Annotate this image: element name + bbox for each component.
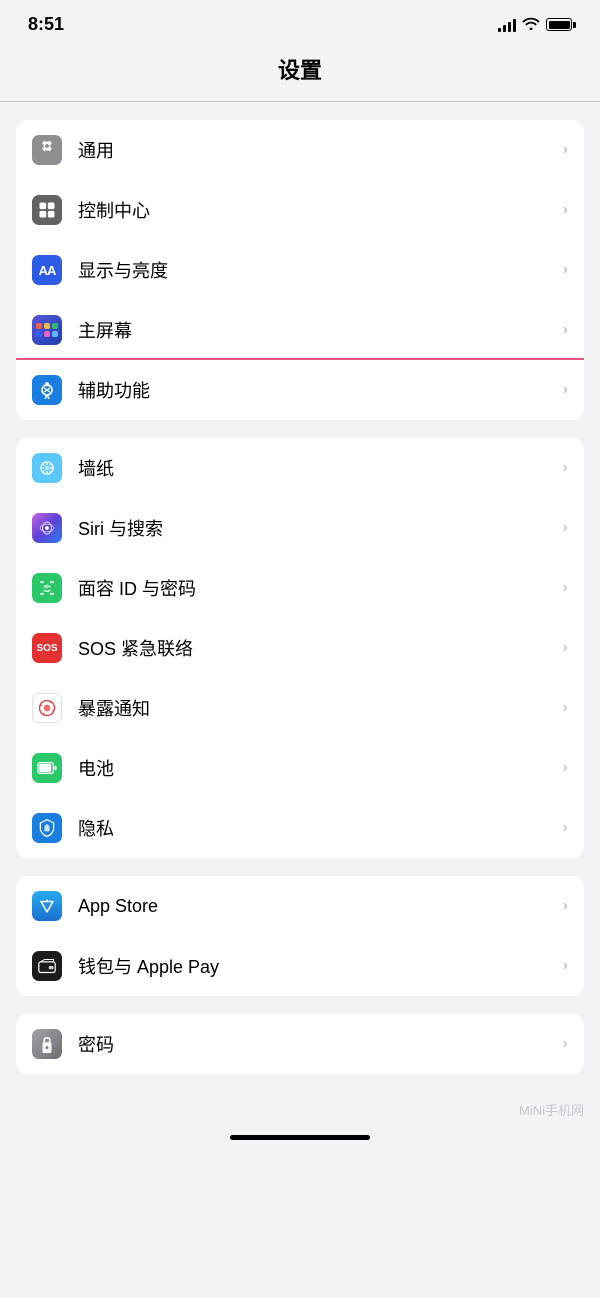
settings-row-siri[interactable]: Siri 与搜索 › [16,498,584,558]
display-icon: AA [32,255,62,285]
faceid-icon [32,573,62,603]
settings-row-accessibility[interactable]: 辅助功能 › [16,360,584,420]
control-chevron: › [563,201,568,219]
accessibility-chevron: › [563,381,568,399]
settings-row-control[interactable]: 控制中心 › [16,180,584,240]
homescreen-chevron: › [563,321,568,339]
wallpaper-icon [32,453,62,483]
settings-row-passwords[interactable]: 密码 › [16,1014,584,1074]
faceid-chevron: › [563,579,568,597]
privacy-label: 隐私 [78,815,563,841]
sos-icon: SOS [32,633,62,663]
signal-icon [498,18,516,32]
home-indicator [230,1135,370,1140]
settings-row-battery[interactable]: 电池 › [16,738,584,798]
faceid-label: 面容 ID 与密码 [78,575,563,601]
privacy-chevron: › [563,819,568,837]
exposure-icon [32,693,62,723]
settings-row-privacy[interactable]: 隐私 › [16,798,584,858]
battery-status-icon [546,18,572,31]
page-title: 设置 [0,43,600,101]
wallet-icon [32,951,62,981]
sos-chevron: › [563,639,568,657]
settings-row-wallet[interactable]: 钱包与 Apple Pay › [16,936,584,996]
status-bar: 8:51 [0,0,600,43]
wallpaper-label: 墙纸 [78,455,563,481]
battery-chevron: › [563,759,568,777]
passwords-label: 密码 [78,1031,563,1057]
homescreen-label: 主屏幕 [78,317,563,343]
settings-row-sos[interactable]: SOS SOS 紧急联络 › [16,618,584,678]
settings-row-wallpaper[interactable]: 墙纸 › [16,438,584,498]
settings-group-4: 密码 › [16,1014,584,1074]
general-chevron: › [563,141,568,159]
exposure-label: 暴露通知 [78,695,563,721]
wallet-chevron: › [563,957,568,975]
privacy-icon [32,813,62,843]
appstore-chevron: › [563,897,568,915]
siri-icon [32,513,62,543]
passwords-icon [32,1029,62,1059]
exposure-chevron: › [563,699,568,717]
status-time: 8:51 [28,14,64,35]
sos-label: SOS 紧急联络 [78,635,563,661]
settings-row-display[interactable]: AA 显示与亮度 › [16,240,584,300]
wifi-icon [522,16,540,34]
accessibility-icon [32,375,62,405]
battery-label: 电池 [78,755,563,781]
status-icons [498,16,572,34]
wallpaper-chevron: › [563,459,568,477]
settings-row-exposure[interactable]: 暴露通知 › [16,678,584,738]
settings-group-3: App Store › 钱包与 Apple Pay › [16,876,584,996]
display-chevron: › [563,261,568,279]
watermark: MiNi手机网 [0,1092,600,1127]
settings-group-1: 通用 › 控制中心 › AA 显示与亮度 › [16,120,584,420]
display-label: 显示与亮度 [78,257,563,283]
appstore-icon [32,891,62,921]
general-label: 通用 [78,137,563,163]
control-icon [32,195,62,225]
settings-row-homescreen[interactable]: 主屏幕 › [16,300,584,360]
settings-group-2: 墙纸 › Siri 与搜索 › 面 [16,438,584,858]
siri-chevron: › [563,519,568,537]
battery-icon [32,753,62,783]
settings-row-faceid[interactable]: 面容 ID 与密码 › [16,558,584,618]
homescreen-icon [32,315,62,345]
control-label: 控制中心 [78,197,563,223]
accessibility-label: 辅助功能 [78,377,563,403]
appstore-label: App Store [78,896,563,917]
passwords-chevron: › [563,1035,568,1053]
settings-row-general[interactable]: 通用 › [16,120,584,180]
sos-badge-text: SOS [36,643,57,654]
general-icon [32,135,62,165]
siri-label: Siri 与搜索 [78,515,563,541]
settings-row-appstore[interactable]: App Store › [16,876,584,936]
wallet-label: 钱包与 Apple Pay [78,953,563,979]
